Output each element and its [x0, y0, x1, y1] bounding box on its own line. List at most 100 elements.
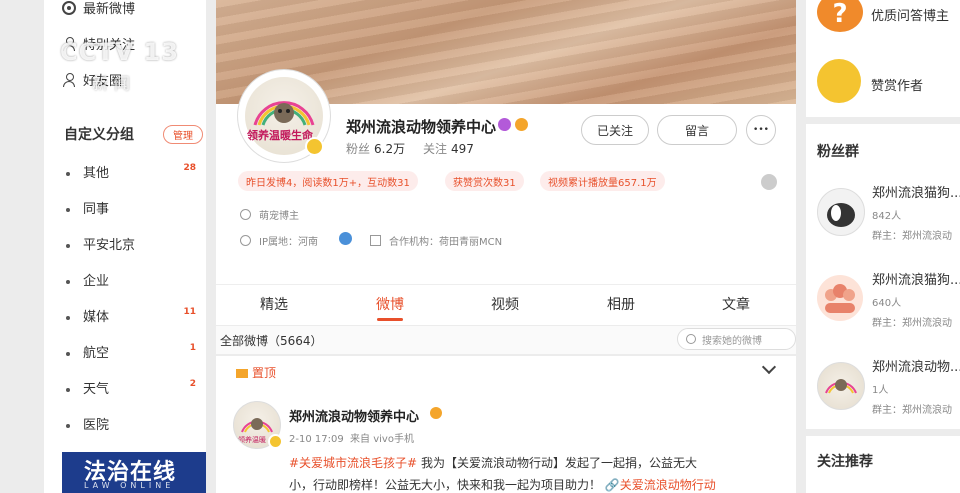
agency: 合作机构：荷田青丽MCN — [370, 233, 502, 248]
fan-group-name[interactable]: 郑州流浪动物... — [872, 356, 960, 375]
tag-text: 萌宠博主 — [259, 211, 299, 222]
group-label: 企业 — [83, 274, 110, 289]
fans-value: 6.2万 — [374, 142, 406, 156]
group-label: 其他 — [83, 166, 110, 181]
fan-group-count: 842人 — [872, 211, 902, 222]
bullet-icon — [66, 207, 70, 212]
post-text-line2: 小，行动即榜样！公益无大小，快来和我一起为项目助力！ 🔗关爱流浪动物行动 — [289, 476, 716, 493]
fan-group-owner: 群主：郑州流浪动 — [872, 405, 952, 416]
group-count: 1 — [189, 343, 196, 353]
bullet-icon — [66, 351, 70, 356]
fan-group-avatar[interactable] — [817, 275, 863, 321]
tv-channel-logo: 法治在线 LAW ONLINE — [62, 452, 206, 493]
ip-location: IP属地：河南 — [240, 233, 318, 248]
bullet-icon — [66, 315, 70, 320]
fan-group-name[interactable]: 郑州流浪猫狗... — [872, 269, 960, 288]
reward-pill: 获赞赏次数31 — [445, 171, 524, 191]
fan-group-owner: 群主：郑州流浪动 — [872, 231, 952, 242]
pinned-label: 置顶 — [236, 364, 276, 381]
group-label: 媒体 — [83, 310, 110, 325]
search-placeholder: 搜索她的微博 — [702, 335, 762, 347]
fan-group-title: 粉丝群 — [817, 144, 859, 160]
group-item-aviation[interactable]: 航空 1 — [66, 342, 196, 361]
group-item-enterprise[interactable]: 企业 — [66, 270, 196, 289]
project-link[interactable]: 关爱流浪动物行动 — [620, 478, 716, 492]
verified-badge-icon — [305, 137, 324, 156]
bullet-icon — [66, 387, 70, 392]
group-label: 同事 — [83, 202, 110, 217]
tab-video[interactable]: 视频 — [491, 294, 519, 314]
shield-icon — [240, 209, 251, 220]
fan-group-avatar[interactable] — [817, 188, 865, 236]
recommend-title: 关注推荐 — [817, 454, 873, 470]
bullet-icon — [66, 279, 70, 284]
weibo-search-input[interactable]: 搜索她的微博 — [677, 328, 796, 350]
svg-text:领养温暖: 领养温暖 — [238, 435, 266, 444]
chevron-down-icon[interactable] — [761, 174, 777, 190]
bullet-icon — [66, 243, 70, 248]
honor-reward: 赞赏作者 — [871, 79, 924, 94]
group-count: 2 — [189, 379, 196, 389]
location-icon — [240, 235, 251, 246]
tab-weibo[interactable]: 微博 — [376, 294, 404, 314]
post-text-line1: #关爱城市流浪毛孩子# 我为【关爱流浪动物行动】发起了一起捐，公益无大 — [289, 454, 697, 471]
group-label: 医院 — [83, 418, 110, 433]
fan-group-avatar[interactable] — [817, 362, 865, 410]
group-label: 平安北京 — [83, 238, 136, 253]
group-count: 11 — [183, 307, 196, 317]
group-item-pingan-beijing[interactable]: 平安北京 — [66, 234, 196, 253]
follow-label: 关注 — [422, 142, 447, 156]
rainbow-cat-icon — [825, 379, 857, 394]
reward-icon — [817, 59, 861, 103]
handshake-icon — [370, 235, 381, 246]
profile-name: 郑州流浪动物领养中心 — [346, 118, 497, 136]
group-item-other[interactable]: 其他 28 — [66, 162, 196, 181]
active-tab-indicator — [377, 318, 403, 321]
vip-badge-icon — [498, 118, 511, 131]
group-item-colleague[interactable]: 同事 — [66, 198, 196, 217]
follow-value: 497 — [450, 142, 474, 156]
crown-icon — [236, 369, 248, 378]
info-icon[interactable] — [339, 232, 352, 245]
message-button[interactable]: 留言 — [657, 115, 737, 145]
post-text: 我为【关爱流浪动物行动】发起了一起捐，公益无大 — [417, 456, 697, 470]
people-icon — [825, 284, 855, 313]
bullet-icon — [66, 423, 70, 428]
fan-group-owner: 群主：郑州流浪动 — [872, 318, 952, 329]
group-item-media[interactable]: 媒体 11 — [66, 306, 196, 325]
avatar-text: 领养温暖生命 — [247, 129, 313, 142]
hashtag-link[interactable]: #关爱城市流浪毛孩子# — [289, 456, 417, 470]
fan-group-name[interactable]: 郑州流浪猫狗... — [872, 182, 960, 201]
group-item-hospital[interactable]: 医院 — [66, 414, 196, 433]
followed-button[interactable]: 已关注 — [581, 115, 649, 145]
cctv-watermark: CCTV 13 — [60, 38, 179, 66]
ip-text: IP属地：河南 — [259, 237, 318, 248]
group-label: 航空 — [83, 346, 110, 361]
post-author-name[interactable]: 郑州流浪动物领养中心 — [289, 406, 419, 425]
fans-label: 粉丝 — [346, 142, 371, 156]
nav-label: 最新微博 — [83, 2, 136, 17]
profile-tag: 萌宠博主 — [240, 207, 299, 222]
agency-text: 合作机构：荷田青丽MCN — [389, 237, 503, 248]
tab-album[interactable]: 相册 — [607, 294, 635, 314]
crown-badge-icon — [430, 407, 442, 419]
fan-group-count: 640人 — [872, 298, 902, 309]
tab-article[interactable]: 文章 — [722, 294, 750, 314]
group-count: 28 — [183, 163, 196, 173]
fan-group-count: 1人 — [872, 385, 889, 396]
more-button[interactable]: ••• — [746, 115, 776, 145]
cctv-watermark-sub: 新闻 — [92, 74, 137, 93]
nav-item-latest[interactable]: 最新微博 — [62, 0, 135, 17]
link-icon: 🔗 — [604, 478, 620, 492]
group-item-weather[interactable]: 天气 2 — [66, 378, 196, 397]
manage-button[interactable]: 管理 — [163, 125, 203, 144]
stats-pill: 昨日发博4，阅读数1万+，互动数31 — [238, 171, 418, 191]
custom-group-title: 自定义分组 — [64, 127, 134, 143]
video-play-pill: 视频累计播放量657.1万 — [540, 171, 665, 191]
tab-featured[interactable]: 精选 — [260, 294, 288, 314]
group-label: 天气 — [83, 382, 110, 397]
post-text: 小，行动即榜样！公益无大小，快来和我一起为项目助力！ — [289, 478, 602, 492]
all-weibo-count: 全部微博（5664） — [220, 334, 323, 348]
crown-badge-icon — [515, 118, 528, 131]
profile-stats: 粉丝 6.2万 关注 497 — [346, 140, 488, 157]
